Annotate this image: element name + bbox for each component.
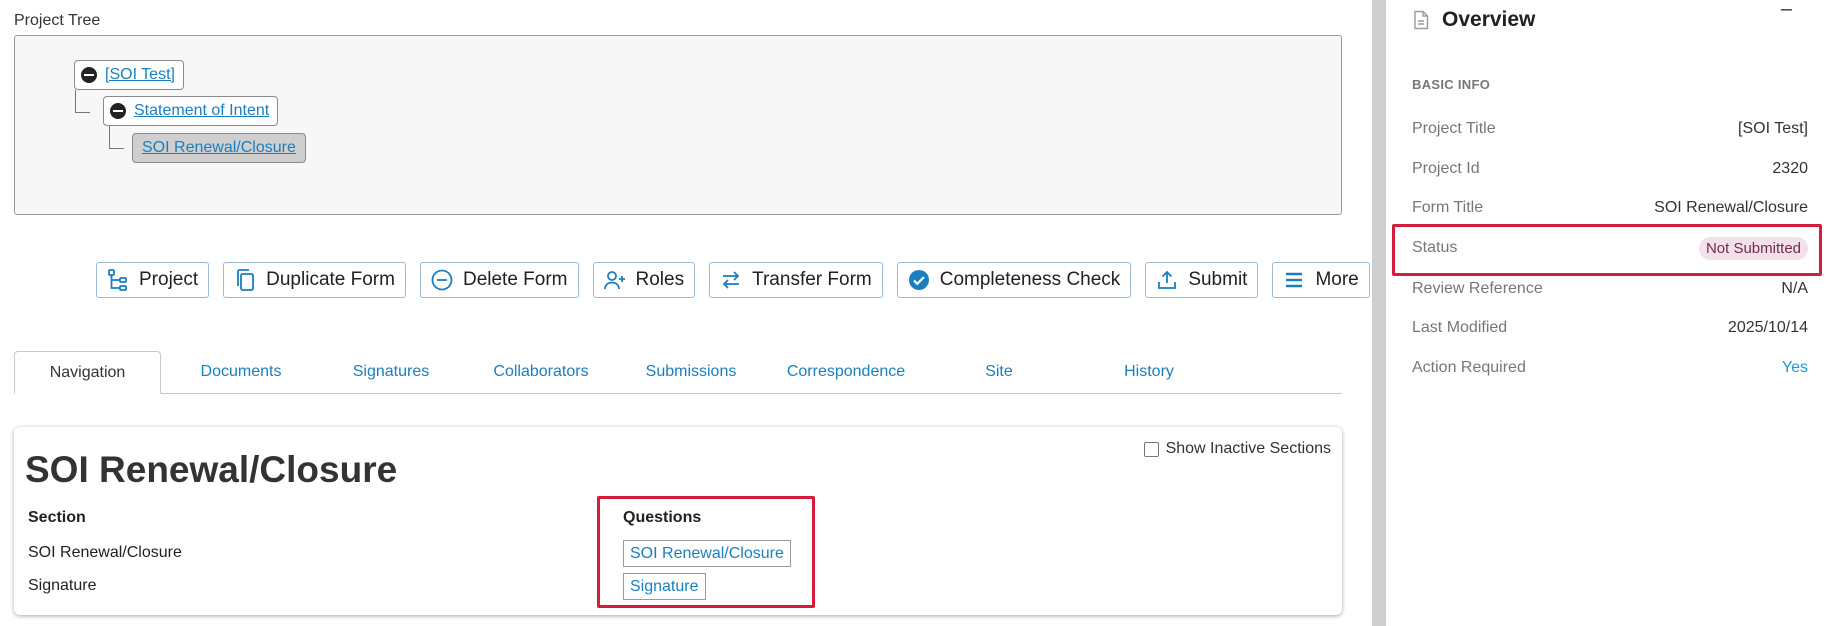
section-column-header: Section (28, 509, 86, 526)
copy-icon (237, 269, 255, 291)
action-toolbar: Project Duplicate Form Delete Form Roles… (96, 262, 1370, 298)
tab-submissions[interactable]: Submissions (626, 351, 756, 393)
row-value: [SOI Test] (1738, 120, 1808, 137)
row-label: Form Title (1412, 199, 1484, 216)
submit-button-label: Submit (1188, 269, 1248, 290)
project-tree-label: Project Tree (14, 12, 101, 29)
panel-splitter[interactable] (1372, 0, 1386, 626)
tab-signatures[interactable]: Signatures (326, 351, 456, 393)
row-label: Last Modified (1412, 319, 1508, 336)
row-value: SOI Renewal/Closure (1654, 199, 1808, 216)
row-label: Project Title (1412, 120, 1496, 137)
completeness-check-button[interactable]: Completeness Check (896, 262, 1132, 298)
transfer-form-button[interactable]: Transfer Form (709, 262, 883, 298)
main-panel: Project Tree [SOI Test] Statement of Int… (0, 0, 1372, 626)
row-label: Action Required (1412, 359, 1526, 376)
menu-icon (1286, 272, 1303, 288)
more-button-label: More (1315, 269, 1359, 290)
project-button[interactable]: Project (96, 262, 210, 298)
user-plus-icon (603, 271, 625, 290)
tab-collaborators[interactable]: Collaborators (476, 351, 606, 393)
hierarchy-icon (108, 269, 127, 291)
tree-node-link[interactable]: [SOI Test] (105, 66, 175, 84)
tree-connector (109, 148, 124, 149)
row-label: Project Id (1412, 160, 1480, 177)
collapse-minus-icon[interactable] (81, 67, 97, 83)
upload-icon (1158, 270, 1177, 289)
show-inactive-toggle[interactable]: Show Inactive Sections (1143, 440, 1331, 458)
document-icon (1414, 10, 1429, 30)
show-inactive-label: Show Inactive Sections (1165, 440, 1331, 457)
overview-row-last-modified: Last Modified 2025/10/14 (1412, 316, 1808, 340)
minus-circle-icon (431, 269, 453, 291)
row-value: N/A (1781, 280, 1808, 297)
tree-connector (109, 126, 110, 148)
tab-site[interactable]: Site (934, 351, 1064, 393)
project-tree: [SOI Test] Statement of Intent SOI Renew… (14, 35, 1342, 215)
tree-node-project[interactable]: [SOI Test] (74, 60, 184, 90)
transfer-form-button-label: Transfer Form (752, 269, 872, 290)
overview-header: Overview (1412, 8, 1535, 32)
collapse-icon[interactable]: – (1781, 0, 1792, 21)
tab-correspondence[interactable]: Correspondence (771, 351, 921, 393)
duplicate-form-button[interactable]: Duplicate Form (223, 262, 406, 298)
row-label: Review Reference (1412, 280, 1543, 297)
tree-node-statement-of-intent[interactable]: Statement of Intent (103, 96, 279, 126)
collapse-minus-icon[interactable] (110, 103, 126, 119)
delete-form-button[interactable]: Delete Form (419, 262, 579, 298)
roles-button-label: Roles (635, 269, 685, 290)
tab-documents[interactable]: Documents (176, 351, 306, 393)
row-value-link[interactable]: Yes (1782, 359, 1808, 377)
status-highlight-box (1392, 224, 1822, 276)
show-inactive-checkbox[interactable] (1143, 441, 1159, 457)
delete-form-button-label: Delete Form (462, 269, 568, 290)
project-button-label: Project (139, 269, 199, 290)
tree-connector (75, 90, 76, 112)
more-button[interactable]: More (1272, 262, 1370, 298)
duplicate-form-button-label: Duplicate Form (266, 269, 395, 290)
section-item: Signature (28, 577, 97, 594)
completeness-check-button-label: Completeness Check (939, 269, 1121, 290)
overview-row-review-reference: Review Reference N/A (1412, 277, 1808, 301)
overview-row-project-title: Project Title [SOI Test] (1412, 117, 1808, 141)
transfer-arrows-icon (722, 271, 740, 289)
roles-button[interactable]: Roles (592, 262, 696, 298)
row-value: 2025/10/14 (1727, 319, 1808, 336)
tab-navigation[interactable]: Navigation (14, 351, 161, 394)
section-item: SOI Renewal/Closure (28, 544, 182, 561)
overview-title: Overview (1442, 8, 1536, 31)
tree-node-link[interactable]: SOI Renewal/Closure (142, 139, 296, 157)
row-value: 2320 (1772, 160, 1808, 177)
questions-highlight-box (597, 496, 815, 608)
submit-button[interactable]: Submit (1145, 262, 1259, 298)
tab-history[interactable]: History (1084, 351, 1214, 393)
overview-panel: Overview – BASIC INFO Project Title [SOI… (1386, 0, 1834, 626)
tree-connector (75, 112, 90, 113)
basic-info-label: BASIC INFO (1412, 77, 1491, 92)
overview-row-action-required: Action Required Yes (1412, 356, 1808, 380)
tree-node-link[interactable]: Statement of Intent (134, 102, 269, 120)
overview-row-form-title: Form Title SOI Renewal/Closure (1412, 196, 1808, 220)
check-circle-icon (908, 270, 929, 290)
tree-node-soi-renewal-closure[interactable]: SOI Renewal/Closure (132, 133, 306, 163)
form-title: SOI Renewal/Closure (25, 449, 398, 490)
overview-row-project-id: Project Id 2320 (1412, 157, 1808, 181)
tab-bar: Navigation Documents Signatures Collabor… (14, 351, 1342, 394)
